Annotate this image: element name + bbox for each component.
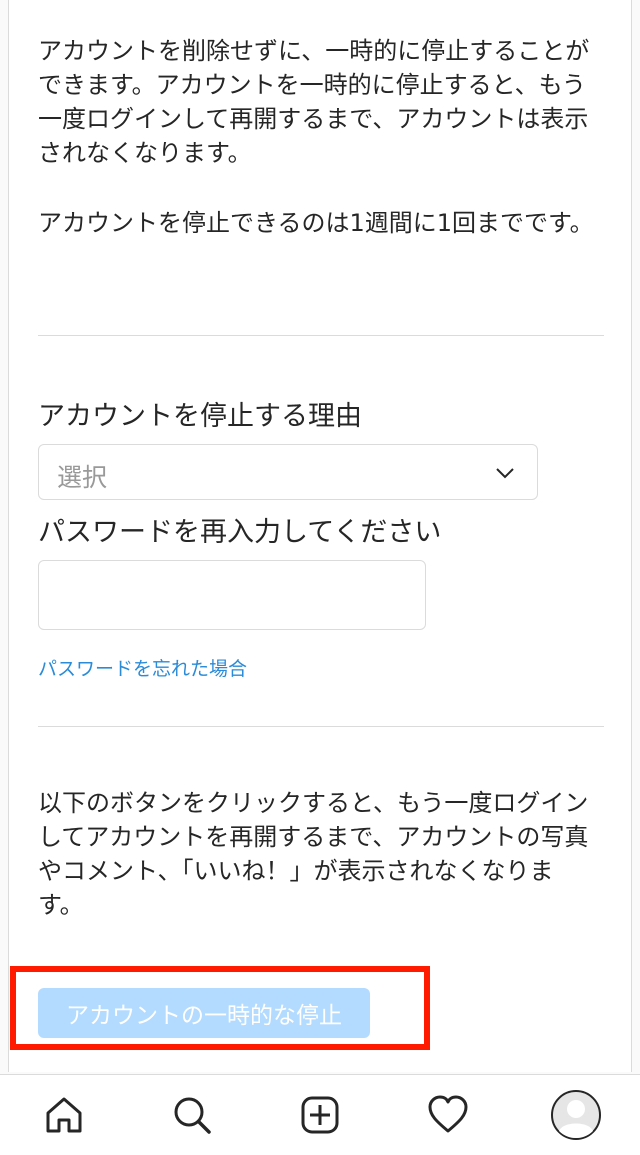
bottom-tab-bar [0,1074,640,1155]
section-divider [38,726,604,727]
tab-search[interactable] [168,1091,216,1139]
tab-activity[interactable] [424,1091,472,1139]
search-icon [174,1097,211,1134]
reason-select[interactable]: 選択 [38,444,538,500]
reason-label: アカウントを停止する理由 [38,401,362,432]
activity-heart-icon [428,1095,468,1133]
profile-avatar-icon [551,1090,601,1140]
forgot-password-link[interactable]: パスワードを忘れた場合 [38,654,247,681]
home-icon [46,1097,82,1133]
chevron-down-icon [496,468,514,479]
intro-paragraph: アカウントを削除せずに、一時的に停止することができます。アカウントを一時的に停止… [38,37,590,167]
section-divider [38,335,604,336]
add-post-icon [301,1096,339,1134]
tab-home[interactable] [40,1091,88,1139]
tab-new-post[interactable] [296,1091,344,1139]
password-input[interactable] [38,560,426,630]
weekly-limit-note: アカウントを停止できるのは1週間に1回までです。 [38,209,594,237]
confirm-notice: 以下のボタンをクリックすると、もう一度ログインしてアカウントを再開するまで、アカ… [38,789,589,919]
reason-select-value: 選択 [57,463,108,492]
password-label: パスワードを再入力してください [38,517,442,548]
annotation-highlight-box [10,966,430,1050]
tab-profile[interactable] [550,1089,602,1141]
